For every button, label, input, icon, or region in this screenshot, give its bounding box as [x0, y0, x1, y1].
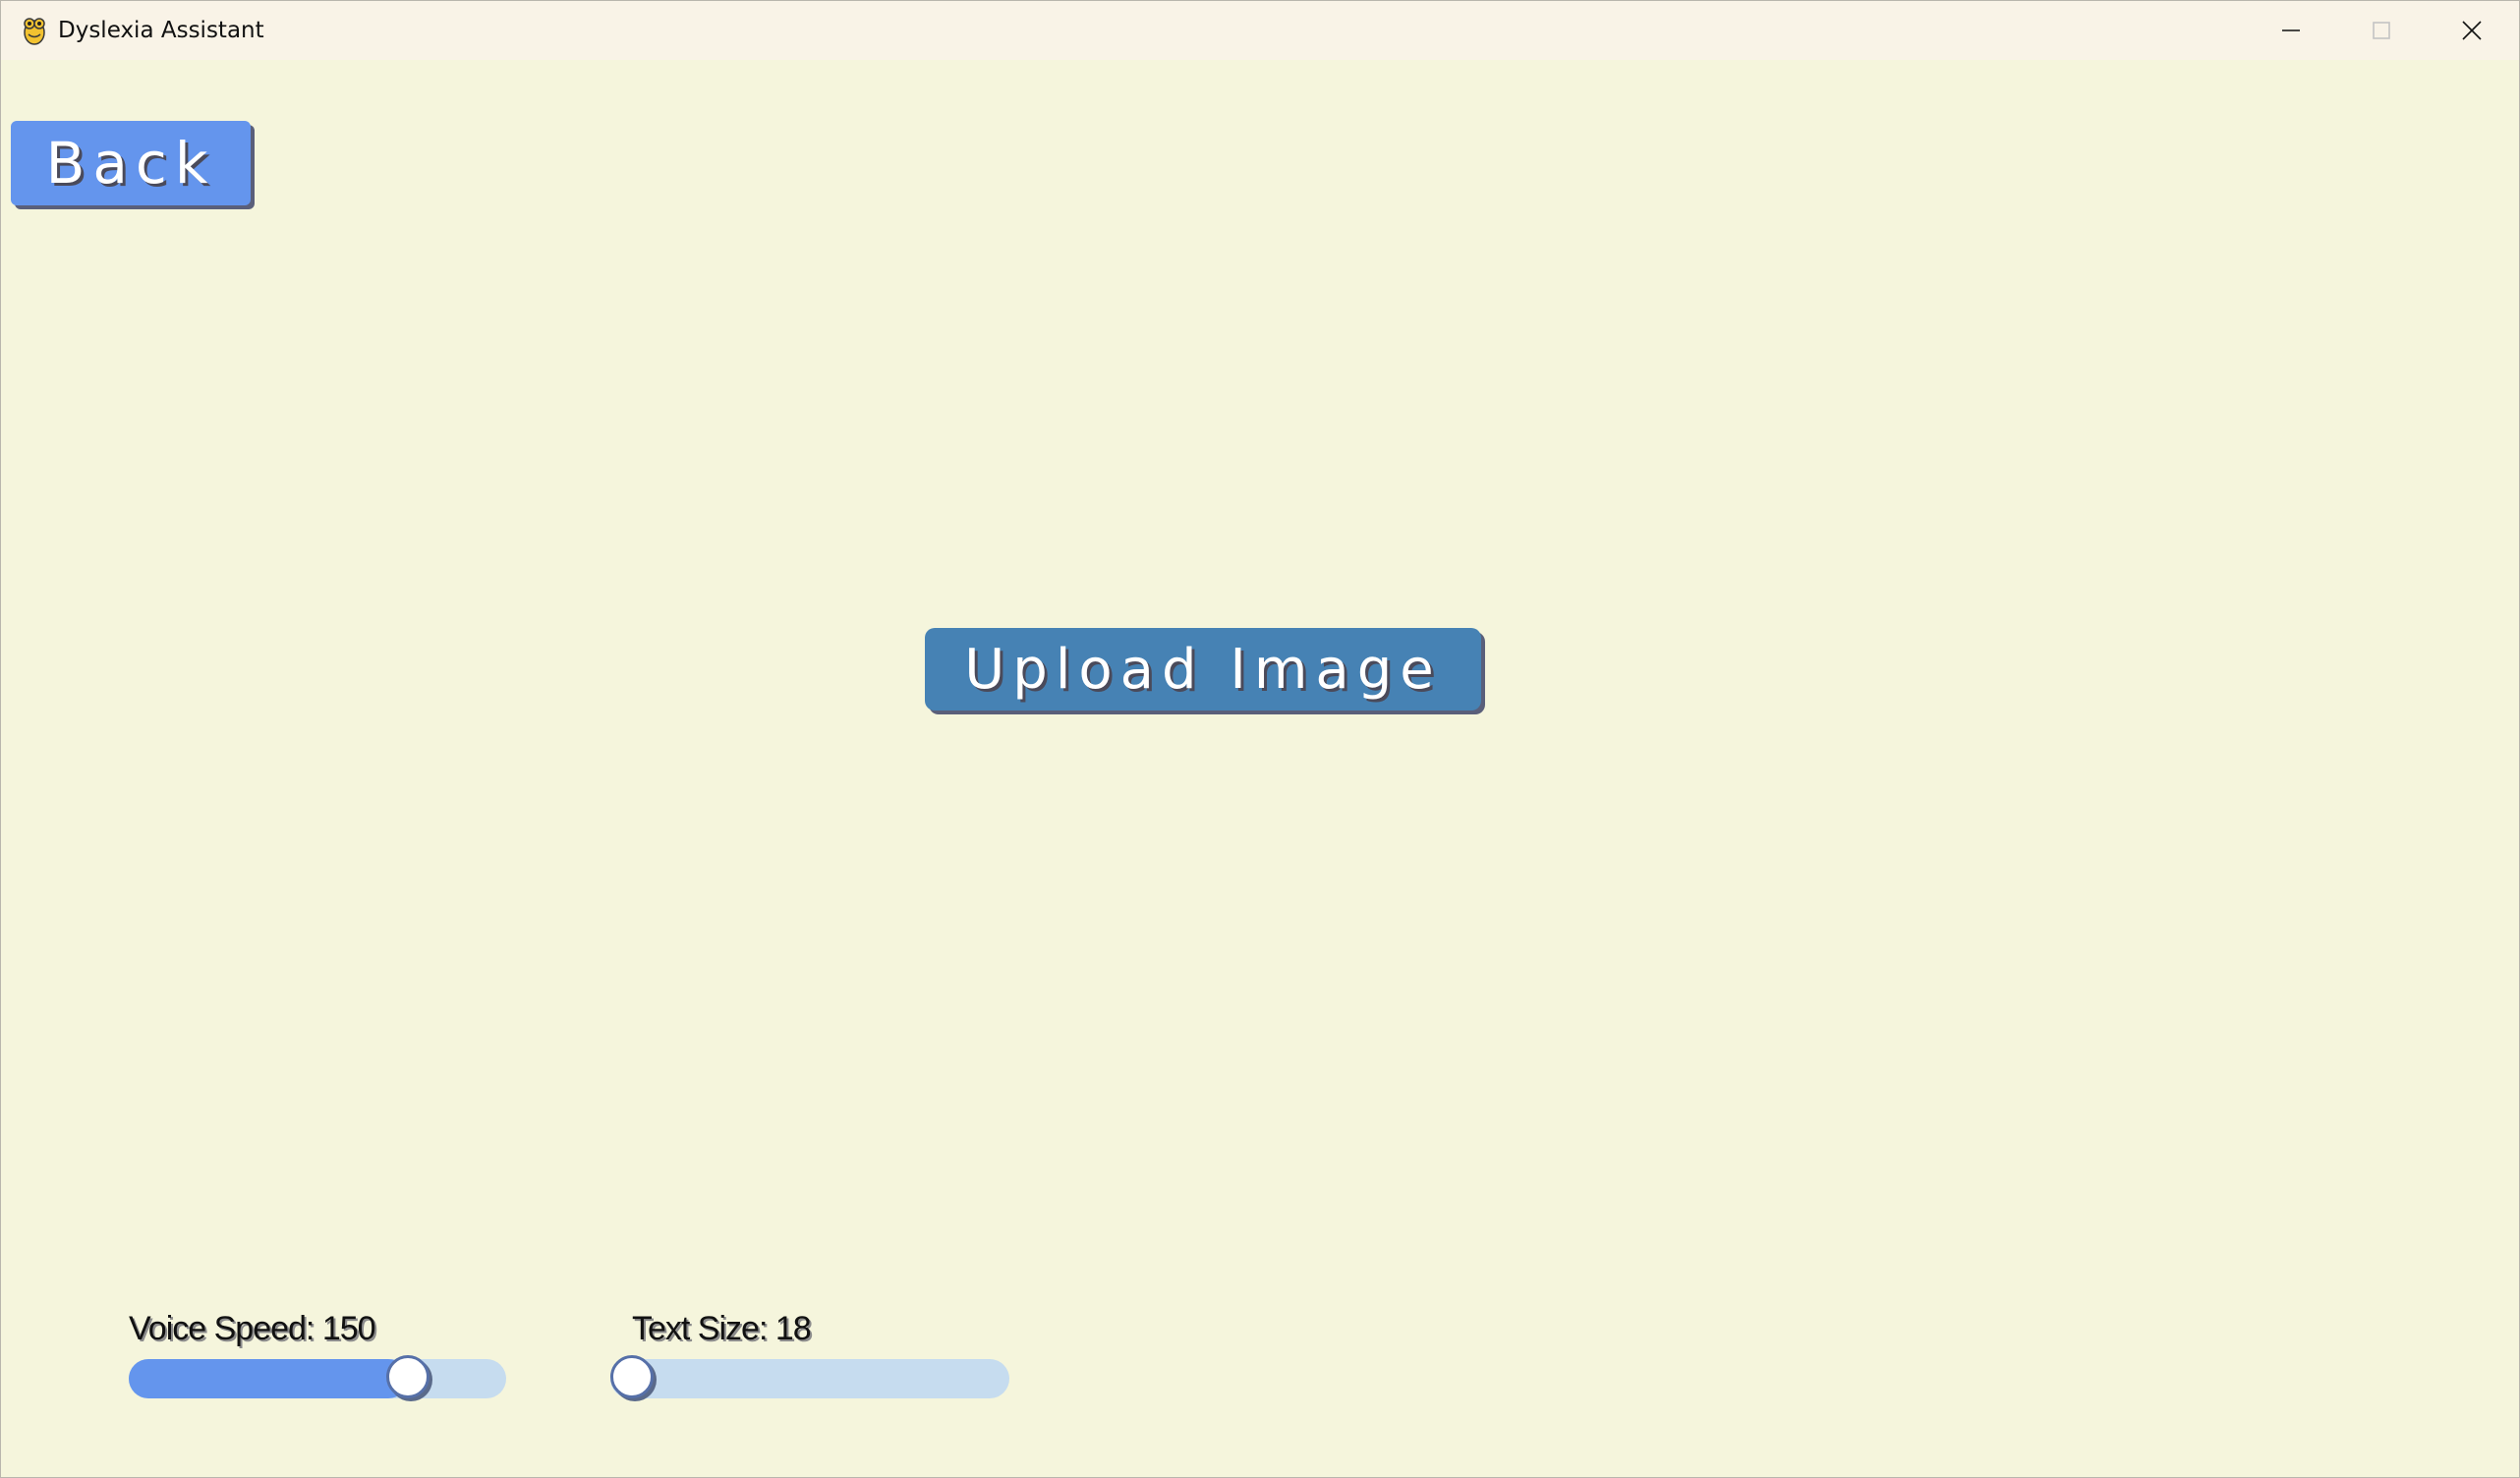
- maximize-button[interactable]: [2336, 1, 2427, 60]
- pygame-snake-icon: [24, 18, 45, 45]
- main-content: Back Upload Image Voice Speed: 150 Text …: [1, 60, 2519, 1477]
- minimize-button[interactable]: [2246, 1, 2336, 60]
- window-title: Dyslexia Assistant: [58, 18, 264, 43]
- app-window: Dyslexia Assistant Back Upload Image Voi…: [0, 0, 2520, 1478]
- title-bar[interactable]: Dyslexia Assistant: [1, 1, 2519, 60]
- voice-speed-thumb[interactable]: [386, 1355, 430, 1398]
- text-size-label: Text Size: 18: [632, 1310, 812, 1347]
- voice-speed-slider[interactable]: [129, 1355, 506, 1398]
- close-icon: [2462, 21, 2482, 40]
- voice-speed-fill: [129, 1359, 408, 1398]
- close-button[interactable]: [2427, 1, 2517, 60]
- maximize-icon: [2373, 22, 2390, 39]
- voice-speed-label: Voice Speed: 150: [129, 1310, 376, 1347]
- text-size-slider[interactable]: [610, 1355, 1009, 1398]
- minimize-icon: [2282, 29, 2300, 31]
- text-size-thumb[interactable]: [610, 1355, 654, 1398]
- upload-image-button[interactable]: Upload Image: [925, 628, 1481, 711]
- back-button[interactable]: Back: [11, 121, 251, 205]
